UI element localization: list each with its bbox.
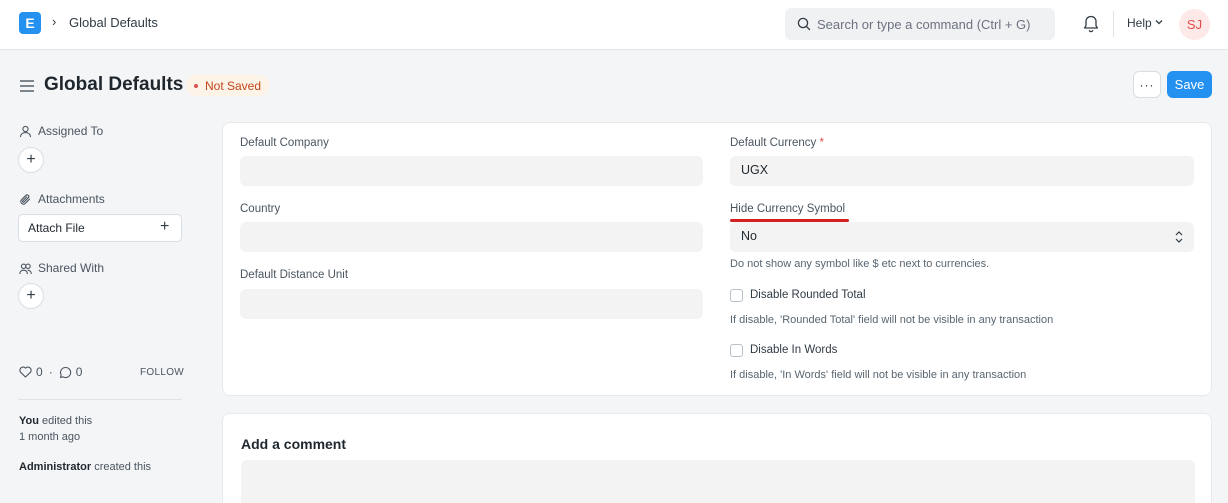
attachments-section: Attachments	[19, 192, 105, 206]
shared-with-label: Shared With	[38, 261, 105, 275]
status-text: Not Saved	[205, 78, 262, 93]
comment-icon	[59, 366, 71, 378]
default-company-field[interactable]	[240, 156, 703, 186]
chevron-down-icon[interactable]	[1154, 17, 1164, 27]
shared-with-section: Shared With	[19, 261, 104, 275]
default-currency-value: UGX	[741, 163, 769, 177]
user-icon	[19, 125, 32, 137]
more-actions-button[interactable]: ···	[1133, 71, 1161, 98]
navbar: E › Global Defaults Search or type a com…	[0, 0, 1228, 50]
activity-item: Administrator created this	[19, 461, 151, 473]
add-share-button[interactable]: +	[18, 283, 44, 309]
page-title: Global Defaults	[44, 74, 184, 95]
hide-currency-symbol-value: No	[741, 229, 757, 243]
attach-file-button[interactable]: Attach File +	[18, 214, 182, 242]
app-logo-letter: E	[25, 15, 35, 31]
default-distance-unit-field[interactable]	[240, 289, 703, 319]
follow-button[interactable]: FOLLOW	[140, 367, 184, 378]
navbar-divider	[1113, 11, 1114, 37]
select-arrows-icon	[1175, 231, 1183, 243]
attachments-label: Attachments	[38, 192, 105, 206]
app-logo[interactable]: E	[19, 12, 41, 34]
default-currency-label-text: Default Currency	[730, 137, 817, 149]
default-currency-field[interactable]: UGX	[730, 156, 1194, 186]
default-currency-label: Default Currency *	[730, 137, 824, 149]
search-icon	[797, 17, 811, 31]
disable-in-words-help: If disable, 'In Words' field will not be…	[730, 369, 1027, 381]
activity-time: 1 month ago	[19, 431, 81, 443]
activity-item: You edited this	[19, 415, 92, 427]
assigned-to-section: Assigned To	[19, 124, 103, 138]
user-avatar[interactable]: SJ	[1179, 9, 1210, 40]
comment-title: Add a comment	[241, 436, 347, 452]
country-field[interactable]	[240, 222, 703, 252]
heart-icon[interactable]	[19, 366, 32, 378]
help-dropdown[interactable]: Help	[1127, 16, 1152, 30]
hide-currency-symbol-help: Do not show any symbol like $ etc next t…	[730, 258, 990, 270]
likes-comments-stats: 0 · 0	[19, 365, 82, 379]
disable-in-words-checkbox[interactable]	[730, 344, 743, 357]
activity-actor: You	[19, 415, 39, 427]
default-company-label: Default Company	[240, 137, 329, 149]
hide-currency-symbol-label: Hide Currency Symbol	[730, 203, 846, 215]
chevron-right-icon: ›	[52, 14, 57, 29]
activity-actor: Administrator	[19, 461, 92, 473]
sidebar-divider	[18, 399, 182, 400]
comments-count: 0	[75, 365, 83, 379]
stats-separator: ·	[48, 365, 53, 379]
sidebar-toggle-icon[interactable]	[19, 79, 35, 93]
country-label: Country	[240, 203, 281, 215]
users-icon	[19, 263, 32, 274]
activity-action: created this	[94, 461, 152, 473]
required-mark: *	[819, 137, 824, 149]
comment-input[interactable]	[241, 460, 1195, 503]
hide-currency-symbol-select[interactable]: No	[730, 222, 1194, 252]
comment-section: Add a comment	[222, 413, 1212, 503]
disable-rounded-total-help: If disable, 'Rounded Total' field will n…	[730, 314, 1054, 326]
search-input[interactable]: Search or type a command (Ctrl + G)	[817, 17, 1031, 32]
assigned-to-label: Assigned To	[38, 124, 104, 138]
disable-in-words-label[interactable]: Disable In Words	[750, 344, 837, 356]
likes-count: 0	[36, 365, 43, 379]
status-dot-icon	[194, 83, 198, 88]
disable-rounded-total-checkbox[interactable]	[730, 289, 743, 302]
disable-rounded-total-label[interactable]: Disable Rounded Total	[750, 289, 866, 301]
add-assignee-button[interactable]: +	[18, 147, 44, 173]
activity-action: edited this	[42, 415, 93, 427]
plus-icon: +	[160, 218, 170, 235]
status-badge: Not Saved	[186, 75, 270, 96]
save-button[interactable]: Save	[1167, 71, 1212, 98]
default-distance-unit-label: Default Distance Unit	[240, 269, 349, 281]
notification-bell-icon[interactable]	[1082, 14, 1100, 34]
search-bar[interactable]: Search or type a command (Ctrl + G)	[785, 8, 1055, 40]
breadcrumb-global-defaults[interactable]: Global Defaults	[69, 15, 158, 30]
attach-file-label: Attach File	[28, 221, 85, 235]
paperclip-icon	[20, 193, 31, 205]
